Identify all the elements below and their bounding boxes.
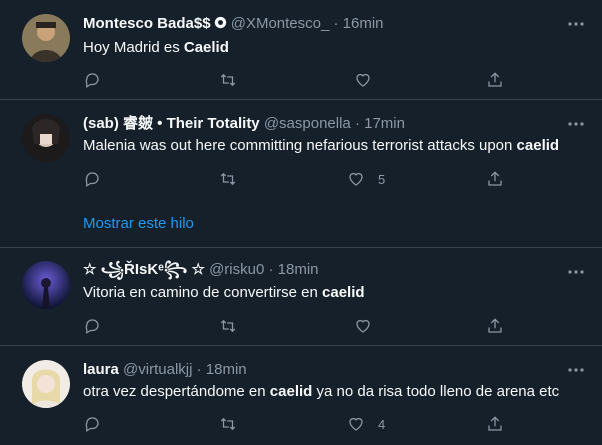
share-icon [488,318,502,333]
more-icon[interactable] [565,360,587,380]
reply-button[interactable] [83,414,101,434]
tweet[interactable]: laura @virtualkjj · 18min otra vez despe… [0,346,602,445]
retweet-button[interactable] [219,169,237,189]
like-button[interactable]: 5 [347,169,385,189]
tweet[interactable]: (sab) 睿皴 • Their Totality @sasponella · … [0,100,602,248]
highlight-term: caelid [516,137,560,154]
badge-icon [214,16,226,29]
share-button[interactable] [486,316,504,336]
avatar[interactable] [22,14,70,62]
like-count: 5 [378,171,386,187]
tweet-header: (sab) 睿皴 • Their Totality @sasponella · … [83,114,405,134]
reply-icon [85,73,99,88]
like-button[interactable] [354,70,385,90]
tweet-text: Hoy Madrid es Caelid [83,39,229,56]
timeline: Montesco Bada$$ @XMontesco_ · 16min Hoy … [0,0,602,445]
more-icon[interactable] [565,262,587,282]
tweet-text: otra vez despertándome en caelid ya no d… [83,383,560,400]
like-icon [349,172,363,186]
author-handle[interactable]: @risku0 [209,261,264,278]
author-handle[interactable]: @XMontesco_ [231,15,330,32]
retweet-icon [220,73,236,87]
retweet-icon [220,172,236,186]
author-handle[interactable]: @sasponella [264,115,351,132]
separator-dot: · [333,15,339,32]
tweet-actions: 4 [83,414,503,434]
tweet-actions [83,316,503,336]
timestamp[interactable]: 16min [343,15,384,32]
tweet-header: laura @virtualkjj · 18min [83,360,247,380]
timestamp[interactable]: 18min [278,261,319,278]
highlight-term: Caelid [183,39,229,56]
like-count: 4 [378,416,386,432]
like-icon [356,319,370,333]
separator-dot: · [354,115,360,132]
like-button[interactable]: 4 [347,414,385,434]
show-thread-link[interactable]: Mostrar este hilo [83,214,194,234]
share-button[interactable] [486,414,504,434]
share-button[interactable] [486,70,504,90]
share-icon [488,171,502,186]
more-icon[interactable] [565,14,587,34]
avatar[interactable] [22,114,70,162]
tweet-actions: 5 [83,169,503,189]
tweet[interactable]: ☆ ꧁ŘIsKᵉ꧂ ☆ @risku0 · 18min Vitoria en c… [0,248,602,346]
tweet-text: Malenia was out here committing nefariou… [83,137,560,154]
highlight-term: caelid [269,383,313,400]
retweet-button[interactable] [219,316,237,336]
retweet-button[interactable] [219,70,237,90]
author-name[interactable]: Montesco Bada$$ [83,15,211,32]
more-icon[interactable] [565,114,587,134]
reply-icon [85,172,99,187]
reply-icon [85,319,99,334]
like-icon [349,417,363,431]
share-button[interactable] [486,169,504,189]
like-icon [356,73,370,87]
author-name[interactable]: (sab) 睿皴 • Their Totality [83,115,260,132]
tweet-header: ☆ ꧁ŘIsKᵉ꧂ ☆ @risku0 · 18min [83,260,319,280]
timestamp[interactable]: 17min [364,115,405,132]
reply-button[interactable] [83,316,101,336]
author-name[interactable]: ☆ ꧁ŘIsKᵉ꧂ ☆ [83,261,205,278]
separator-dot: · [268,261,274,278]
reply-icon [85,417,99,432]
retweet-icon [220,417,236,431]
share-icon [488,416,502,431]
share-icon [488,72,502,87]
separator-dot: · [196,361,202,378]
tweet-header: Montesco Bada$$ @XMontesco_ · 16min [83,14,384,34]
tweet-text: Vitoria en camino de convertirse en cael… [83,284,365,301]
author-name[interactable]: laura [83,361,119,378]
avatar[interactable] [22,261,70,309]
highlight-term: caelid [322,284,365,301]
reply-button[interactable] [83,169,101,189]
tweet[interactable]: Montesco Bada$$ @XMontesco_ · 16min Hoy … [0,0,602,100]
like-button[interactable] [354,316,385,336]
avatar[interactable] [22,360,70,408]
tweet-actions [83,70,503,90]
timestamp[interactable]: 18min [206,361,247,378]
retweet-icon [220,319,236,333]
author-handle[interactable]: @virtualkjj [123,361,192,378]
retweet-button[interactable] [219,414,237,434]
reply-button[interactable] [83,70,101,90]
